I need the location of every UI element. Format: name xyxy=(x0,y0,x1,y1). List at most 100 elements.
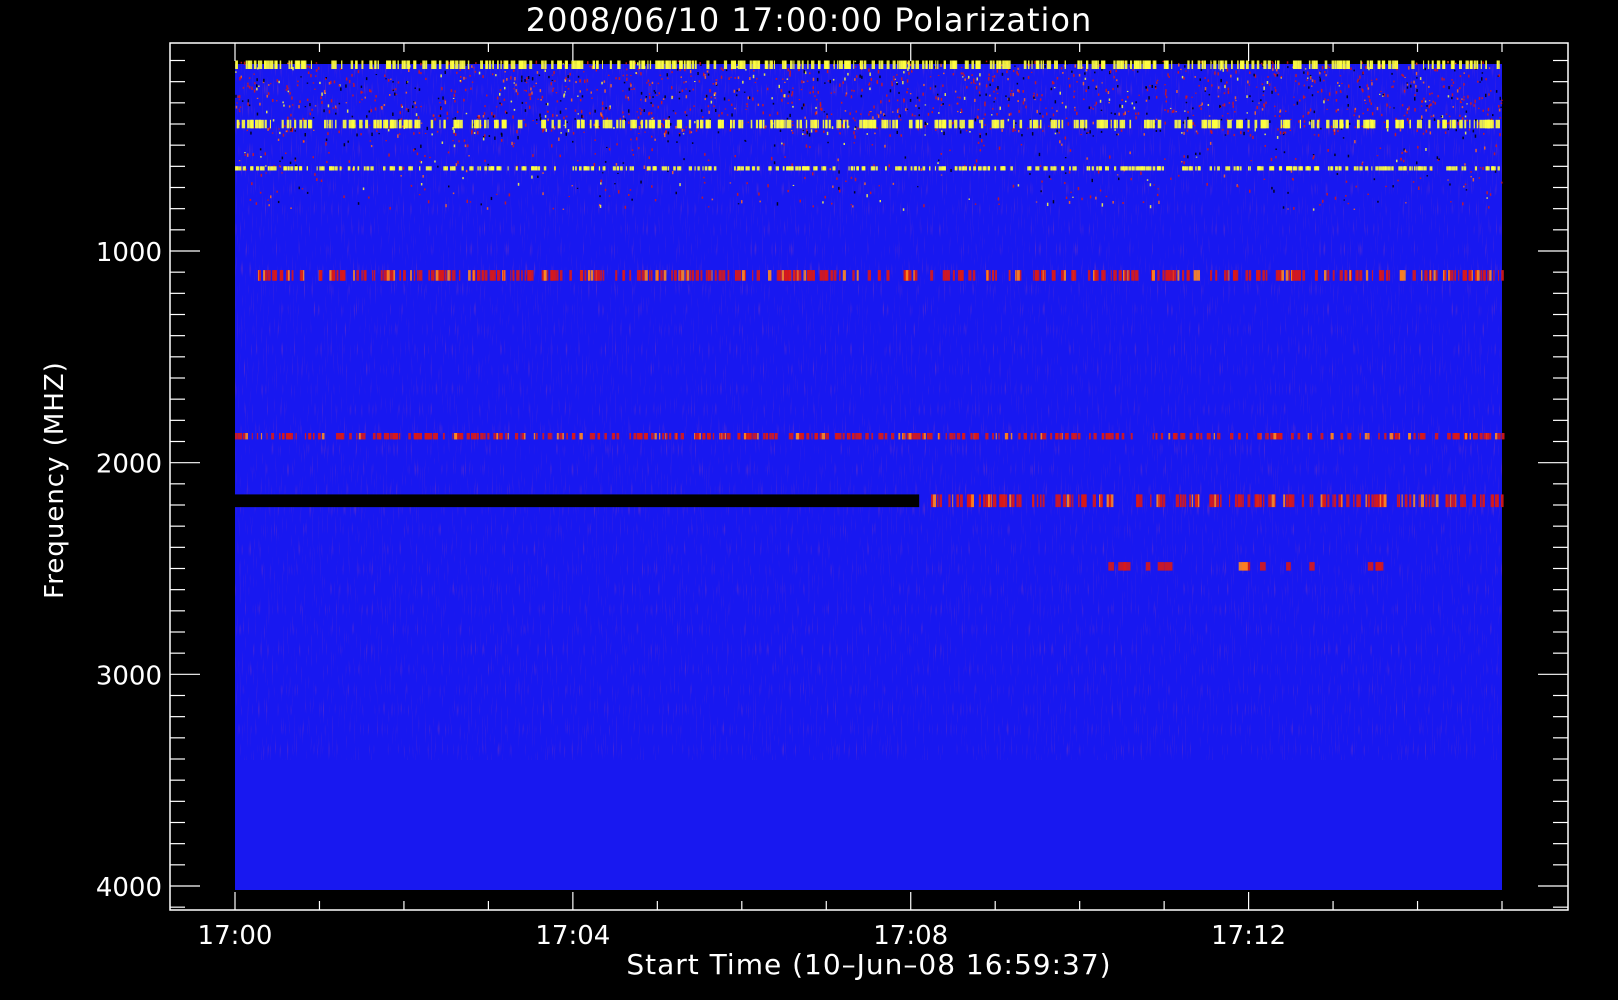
feature-streak xyxy=(1214,166,1216,171)
feature-streak xyxy=(1057,494,1061,508)
feature-pixel xyxy=(982,118,985,120)
feature-pixel xyxy=(736,66,738,69)
feature-pixel xyxy=(290,207,292,209)
feature-pixel xyxy=(471,81,474,83)
feature-pixel xyxy=(1405,202,1407,204)
feature-streak xyxy=(1072,166,1076,171)
feature-streak xyxy=(1254,119,1258,129)
feature-streak xyxy=(1436,60,1439,69)
feature-streak xyxy=(822,119,825,129)
feature-pixel xyxy=(524,79,526,82)
feature-pixel xyxy=(814,112,817,116)
feature-streak xyxy=(594,119,598,129)
feature-pixel xyxy=(397,134,399,138)
feature-pixel xyxy=(718,114,720,117)
feature-pixel xyxy=(1347,202,1350,205)
feature-pixel xyxy=(1319,78,1321,82)
feature-streak xyxy=(461,166,464,171)
feature-pixel xyxy=(766,87,769,91)
feature-streak xyxy=(1331,60,1335,69)
feature-streak xyxy=(1473,60,1476,69)
feature-streak xyxy=(488,60,492,69)
feature-streak xyxy=(267,270,271,281)
feature-pixel xyxy=(1474,99,1476,103)
feature-pixel xyxy=(599,195,601,198)
feature-pixel xyxy=(638,133,640,135)
feature-streak xyxy=(1378,433,1380,440)
feature-pixel xyxy=(1195,92,1197,94)
feature-pixel xyxy=(1001,72,1004,76)
feature-streak xyxy=(1161,166,1164,171)
feature-pixel xyxy=(1158,200,1160,205)
feature-pixel xyxy=(1272,62,1274,65)
feature-pixel xyxy=(974,203,977,205)
feature-pixel xyxy=(553,71,555,75)
feature-streak xyxy=(1106,433,1110,440)
feature-pixel xyxy=(1379,93,1381,95)
feature-streak xyxy=(1216,494,1219,508)
feature-pixel xyxy=(940,104,943,106)
feature-pixel xyxy=(1120,129,1123,132)
feature-pixel xyxy=(1294,158,1297,160)
feature-pixel xyxy=(1448,121,1450,125)
feature-pixel xyxy=(812,86,814,90)
feature-pixel xyxy=(1261,108,1264,111)
feature-streak xyxy=(1378,494,1380,508)
feature-pixel xyxy=(252,153,254,156)
feature-pixel xyxy=(868,82,871,85)
feature-pixel xyxy=(681,89,684,92)
feature-pixel xyxy=(968,198,970,200)
feature-pixel xyxy=(979,133,981,135)
feature-pixel xyxy=(1463,98,1465,101)
feature-pixel xyxy=(537,175,539,178)
feature-pixel xyxy=(784,156,786,158)
feature-streak xyxy=(676,433,678,440)
feature-streak xyxy=(786,119,789,129)
feature-pixel xyxy=(675,125,677,129)
feature-pixel xyxy=(884,114,886,117)
feature-streak xyxy=(250,166,254,171)
feature-streak xyxy=(671,270,673,281)
feature-streak xyxy=(592,60,595,69)
feature-streak xyxy=(342,119,346,129)
feature-pixel xyxy=(1465,189,1468,191)
feature-pixel xyxy=(752,97,754,101)
feature-streak xyxy=(266,270,268,281)
feature-pixel xyxy=(615,77,617,80)
feature-pixel xyxy=(551,144,553,148)
feature-streak xyxy=(846,433,849,440)
feature-pixel xyxy=(1379,147,1382,149)
feature-pixel xyxy=(1299,99,1301,102)
feature-pixel xyxy=(539,113,541,117)
feature-streak xyxy=(1004,433,1008,440)
feature-streak xyxy=(1235,270,1239,281)
feature-streak xyxy=(692,270,695,281)
feature-streak xyxy=(897,60,899,69)
feature-streak xyxy=(1369,60,1374,69)
feature-pixel xyxy=(278,128,280,130)
feature-pixel xyxy=(383,62,386,64)
feature-pixel xyxy=(323,109,325,113)
feature-pixel xyxy=(431,133,433,136)
feature-pixel xyxy=(248,77,251,79)
feature-streak xyxy=(1101,60,1105,69)
feature-streak xyxy=(1280,119,1283,129)
feature-streak xyxy=(1011,494,1015,508)
feature-pixel xyxy=(384,74,386,78)
feature-pixel xyxy=(306,82,309,84)
feature-pixel xyxy=(1462,202,1464,206)
feature-pixel xyxy=(282,101,284,104)
feature-streak xyxy=(1129,119,1132,129)
feature-streak xyxy=(915,60,919,69)
feature-pixel xyxy=(1030,71,1033,73)
feature-pixel xyxy=(1350,67,1352,71)
feature-pixel xyxy=(966,86,968,89)
feature-streak xyxy=(696,119,699,129)
feature-pixel xyxy=(988,73,990,76)
feature-pixel xyxy=(1263,178,1266,181)
feature-pixel xyxy=(420,144,422,148)
feature-pixel xyxy=(625,62,627,65)
feature-pixel xyxy=(1170,177,1172,180)
feature-pixel xyxy=(1113,75,1115,79)
feature-pixel xyxy=(1367,87,1370,90)
